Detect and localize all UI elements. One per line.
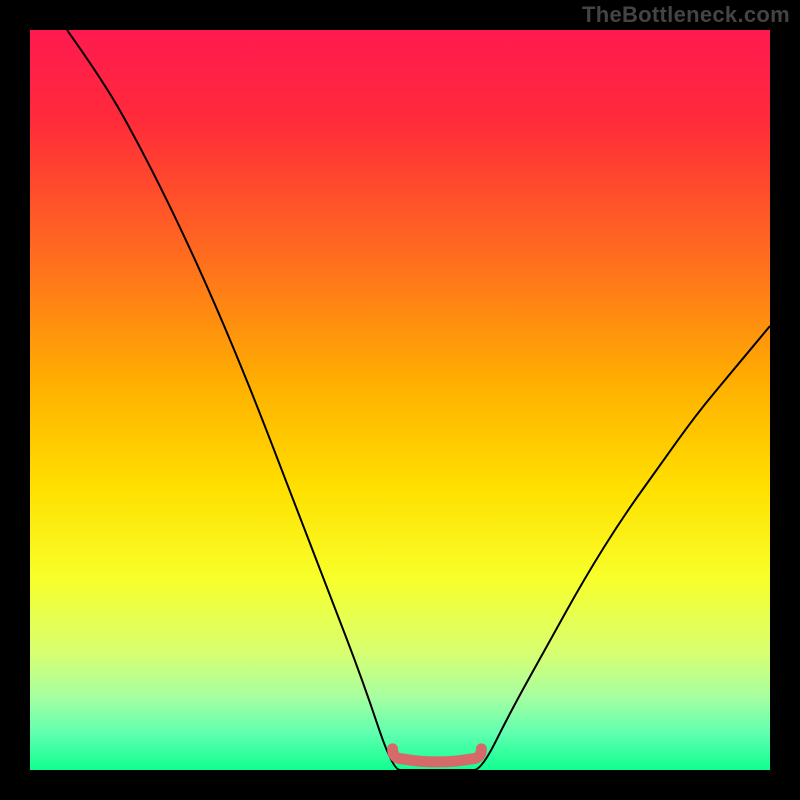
chart-frame: TheBottleneck.com bbox=[0, 0, 800, 800]
chart-svg bbox=[30, 30, 770, 770]
watermark-text: TheBottleneck.com bbox=[582, 2, 790, 28]
gradient-background bbox=[30, 30, 770, 770]
plot-area bbox=[30, 30, 770, 770]
